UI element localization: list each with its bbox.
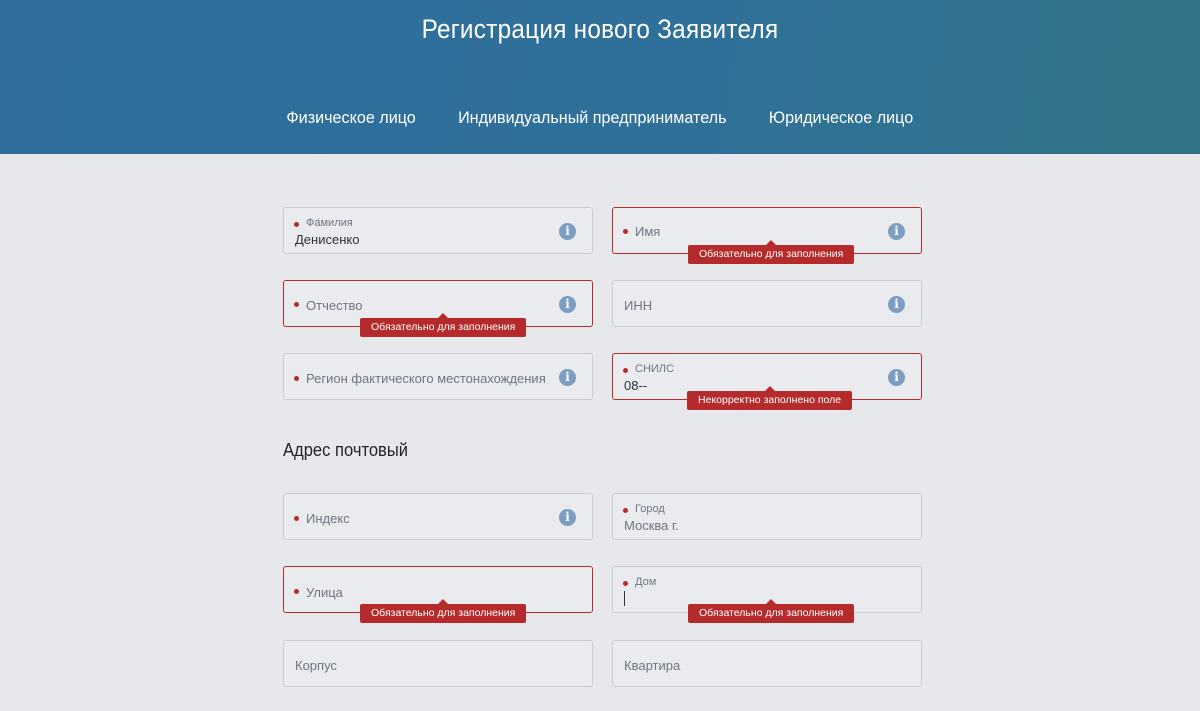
index-field[interactable]: Индекс i	[283, 493, 593, 540]
region-label: Регион фактического местонахождения	[306, 371, 546, 386]
required-marker	[623, 508, 628, 513]
patronymic-error-tooltip: Обязательно для заполнения	[360, 313, 527, 337]
snils-value: 08--	[624, 378, 648, 393]
tab-individual[interactable]: Физическое лицо	[271, 108, 431, 128]
house-label: Дом	[635, 576, 657, 588]
required-marker	[623, 229, 628, 234]
patronymic-label: Отчество	[306, 298, 363, 313]
tab-entrepreneur[interactable]: Индивидуальный предприниматель	[443, 108, 742, 128]
info-icon[interactable]: i	[888, 223, 905, 240]
name-label: Имя	[635, 224, 661, 239]
info-icon[interactable]: i	[888, 296, 905, 313]
city-label: Город	[635, 503, 665, 515]
text-cursor	[624, 591, 625, 606]
required-marker	[294, 589, 299, 594]
snils-label: СНИЛС	[635, 363, 674, 375]
inn-label: ИНН	[624, 298, 653, 313]
surname-value: Денисенко	[295, 232, 360, 247]
required-marker	[623, 368, 628, 373]
apartment-label: Квартира	[624, 658, 681, 673]
info-icon[interactable]: i	[559, 509, 576, 526]
snils-error-tooltip: Некорректно заполнено поле	[687, 386, 853, 410]
required-marker	[294, 516, 299, 521]
street-label: Улица	[306, 585, 343, 600]
info-icon[interactable]: i	[559, 296, 576, 313]
house-error-tooltip: Обязательно для заполнения	[688, 599, 855, 623]
info-icon[interactable]: i	[559, 369, 576, 386]
required-marker	[623, 581, 628, 586]
applicant-type-tabs: Физическое лицо Индивидуальный предприни…	[0, 108, 1200, 128]
page-title: Регистрация нового Заявителя	[421, 14, 779, 44]
inn-field[interactable]: ИНН i	[612, 280, 922, 327]
page-header: Регистрация нового Заявителя Физическое …	[0, 0, 1200, 154]
building-label: Корпус	[295, 658, 337, 673]
city-field[interactable]: Город Москва г.	[612, 493, 922, 540]
postal-address-heading: Адрес почтовый	[283, 440, 409, 460]
required-marker	[294, 376, 299, 381]
info-icon[interactable]: i	[559, 223, 576, 240]
required-marker	[294, 302, 299, 307]
index-label: Индекс	[306, 511, 350, 526]
apartment-field[interactable]: Квартира	[612, 640, 922, 687]
info-icon[interactable]: i	[888, 369, 905, 386]
surname-field[interactable]: Фамилия Денисенко i	[283, 207, 593, 254]
city-value: Москва г.	[624, 518, 679, 533]
street-error-tooltip: Обязательно для заполнения	[360, 599, 527, 623]
required-marker	[294, 222, 299, 227]
name-error-tooltip: Обязательно для заполнения	[688, 240, 855, 264]
tab-legal-entity[interactable]: Юридическое лицо	[754, 108, 929, 128]
building-field[interactable]: Корпус	[283, 640, 593, 687]
region-field[interactable]: Регион фактического местонахождения i	[283, 353, 593, 400]
surname-label: Фамилия	[306, 217, 353, 229]
